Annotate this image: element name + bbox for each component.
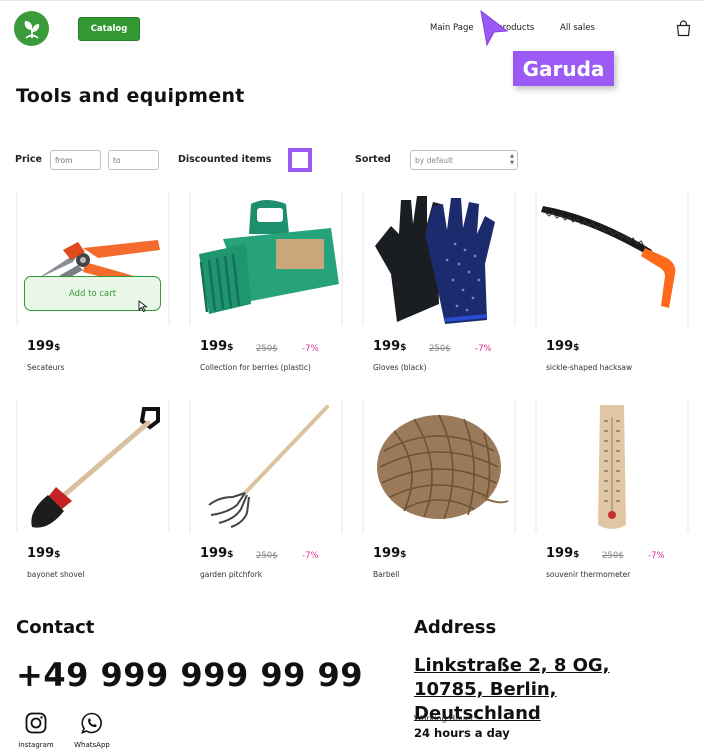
product-price: 199$ (373, 339, 407, 354)
catalog-button[interactable]: Catalog (78, 17, 140, 41)
product-name[interactable]: Collection for berries (plastic) (200, 363, 311, 372)
sort-select-value: by default (415, 155, 453, 165)
product-price: 199$ (27, 339, 61, 354)
product-image (362, 193, 516, 326)
product-old-price: 250$ (602, 551, 624, 561)
product-name[interactable]: souvenir thermometer (546, 570, 630, 579)
working-hours-value: 24 hours a day (414, 726, 510, 740)
header: Catalog Main Page All products All sales (0, 0, 704, 56)
discount-filter-label: Discounted items (178, 154, 272, 165)
product-price: 199$ (200, 339, 234, 354)
product-price: 199$ (200, 546, 234, 561)
twine-ball-image (377, 414, 509, 519)
berry-collector-image (199, 199, 339, 314)
pitchfork-image (208, 404, 329, 528)
page-title: Tools and equipment (16, 85, 245, 107)
mouse-pointer-icon (480, 9, 509, 47)
select-arrows-icon: ▲ ▼ (510, 153, 514, 166)
whatsapp-link[interactable]: WhatsApp (67, 712, 117, 749)
product-name[interactable]: Secateurs (27, 363, 64, 372)
logo[interactable] (14, 11, 49, 46)
cursor-tooltip: Garuda (513, 51, 614, 86)
product-image (535, 400, 689, 533)
product-price: 199$ (546, 339, 580, 354)
sort-select[interactable]: by default ▲ ▼ (410, 150, 518, 170)
hacksaw-image (541, 205, 676, 308)
product-price: 199$ (373, 546, 407, 561)
thermometer-image (598, 404, 626, 529)
product-price: 199$ (546, 546, 580, 561)
sort-label: Sorted (355, 154, 391, 165)
working-hours-label: Working Hours: (414, 714, 476, 723)
instagram-label: instagram (18, 741, 54, 749)
product-card[interactable]: 199$ 250$ -7% Gloves (black) (362, 193, 516, 393)
product-image (16, 400, 170, 533)
product-discount: -7% (648, 551, 665, 561)
price-from-input[interactable] (50, 150, 101, 170)
shovel-image (31, 406, 160, 528)
product-discount: -7% (302, 344, 319, 354)
product-old-price: 250$ (256, 551, 278, 561)
product-card[interactable]: 199$ sickle-shaped hacksaw (535, 193, 689, 393)
product-name[interactable]: sickle-shaped hacksaw (546, 363, 632, 372)
phone-number[interactable]: +49 999 999 99 99 (16, 656, 363, 694)
gloves-image (375, 195, 495, 324)
product-discount: -7% (302, 551, 319, 561)
nav-all-sales[interactable]: All sales (560, 23, 595, 33)
product-image (362, 400, 516, 533)
whatsapp-icon (81, 712, 102, 734)
discount-checkbox[interactable] (288, 148, 312, 172)
nav-main-page[interactable]: Main Page (430, 23, 474, 33)
product-name[interactable]: Barbell (373, 570, 399, 579)
product-name[interactable]: bayonet shovel (27, 570, 84, 579)
product-image (535, 193, 689, 326)
address-title: Address (414, 617, 497, 638)
product-old-price: 250$ (429, 344, 451, 354)
product-name[interactable]: garden pitchfork (200, 570, 262, 579)
product-card[interactable]: 199$ 250$ -7% Collection for berries (pl… (189, 193, 343, 393)
product-old-price: 250$ (256, 344, 278, 354)
product-card[interactable]: 199$ Barbell (362, 400, 516, 600)
product-discount: -7% (475, 344, 492, 354)
product-image (189, 193, 343, 326)
product-card[interactable]: 199$ 250$ -7% souvenir thermometer (535, 400, 689, 600)
hand-pointer-icon (138, 300, 148, 312)
product-price: 199$ (27, 546, 61, 561)
whatsapp-label: WhatsApp (74, 741, 110, 749)
product-card[interactable]: Add to cart 199$ Secateurs (16, 193, 170, 393)
product-name[interactable]: Gloves (black) (373, 363, 427, 372)
contact-title: Contact (16, 617, 95, 638)
product-card[interactable]: 199$ bayonet shovel (16, 400, 170, 600)
product-card[interactable]: 199$ 250$ -7% garden pitchfork (189, 400, 343, 600)
instagram-link[interactable]: instagram (11, 712, 61, 749)
price-filter-label: Price (15, 154, 42, 165)
shopping-bag-icon[interactable] (676, 20, 691, 37)
price-to-input[interactable] (108, 150, 159, 170)
leaf-logo-icon (24, 20, 39, 39)
instagram-icon (25, 712, 47, 734)
product-image (189, 400, 343, 533)
